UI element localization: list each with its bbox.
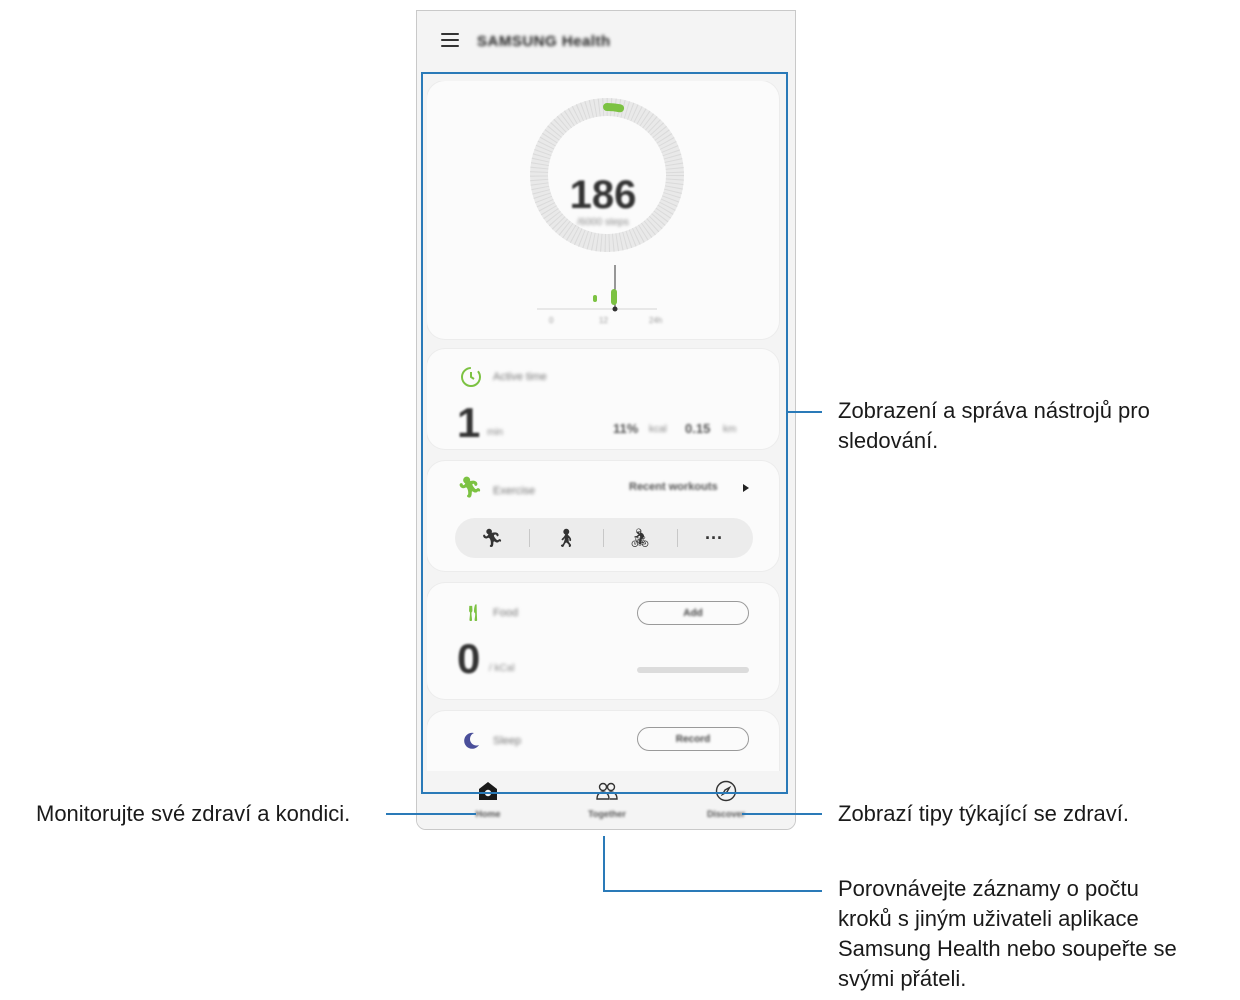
- nav-together-label: Together: [588, 809, 626, 819]
- active-minutes-unit: min: [487, 427, 504, 438]
- chart-label-start: 0: [549, 316, 554, 325]
- active-time-icon: [461, 367, 481, 387]
- quick-more-button[interactable]: ···: [677, 518, 751, 558]
- food-unit: / kCal: [489, 663, 515, 674]
- app-title: SAMSUNG Health: [477, 33, 611, 50]
- cycling-icon: 🚴︎: [628, 527, 652, 548]
- callout-line-trackers: [788, 411, 822, 413]
- more-icon: ···: [705, 527, 723, 548]
- walking-icon: 🚶︎: [554, 527, 578, 548]
- recent-workouts-link[interactable]: Recent workouts: [629, 481, 718, 493]
- exercise-quick-start: 🏃︎ 🚶︎ 🚴︎ ···: [455, 518, 753, 558]
- home-icon: [479, 782, 497, 800]
- sleep-title: Sleep: [493, 735, 522, 747]
- exercise-title: Exercise: [493, 485, 536, 497]
- callout-home: Monitorujte své zdraví a kondici.: [36, 801, 351, 826]
- quick-walking-button[interactable]: 🚶︎: [529, 518, 603, 558]
- nav-together[interactable]: Together: [552, 771, 662, 829]
- food-title: Food: [493, 607, 519, 619]
- food-value: 0: [457, 635, 481, 682]
- chart-label-mid: 12: [599, 316, 608, 325]
- menu-icon[interactable]: [441, 33, 459, 47]
- compass-icon: [715, 780, 737, 802]
- running-icon: 🏃︎: [457, 477, 483, 499]
- tracker-list[interactable]: 186 /6000 steps 0 12 24h Active time 1 m…: [427, 81, 787, 821]
- active-time-card[interactable]: Active time 1 min 11% kcal 0.15 km: [427, 349, 779, 449]
- fork-knife-icon: 🍴︎: [463, 605, 484, 622]
- people-icon: [596, 782, 618, 800]
- kcal-unit: kcal: [649, 424, 667, 435]
- callout-together-line: svými přáteli.: [838, 966, 967, 991]
- exercise-card[interactable]: 🏃︎ Exercise Recent workouts 🏃︎ 🚶︎ 🚴︎ ···: [427, 461, 779, 571]
- food-card[interactable]: 🍴︎ Food Add 0 / kCal: [427, 583, 779, 699]
- callout-together-line: Samsung Health nebo soupeřte se: [838, 936, 1177, 961]
- phone-screen: SAMSUNG Health 186 /6000 steps 0 12 24h: [416, 10, 796, 830]
- food-progress: [637, 667, 749, 673]
- callout-line-home: [386, 813, 476, 815]
- app-header: SAMSUNG Health: [417, 11, 795, 75]
- steps-goal: /6000 steps: [577, 217, 629, 228]
- callout-discover: Zobrazí tipy týkající se zdraví.: [838, 801, 1129, 826]
- callout-line-discover: [742, 813, 822, 815]
- callout-trackers: Zobrazení a správa nástrojů pro sledován…: [838, 396, 1150, 456]
- record-sleep-button[interactable]: Record: [637, 727, 749, 751]
- quick-running-button[interactable]: 🏃︎: [455, 518, 529, 558]
- chart-label-end: 24h: [649, 316, 663, 325]
- chevron-right-icon: [743, 484, 749, 492]
- nav-home[interactable]: Home: [433, 771, 543, 829]
- callout-line-together-vertical: [603, 836, 605, 892]
- nav-discover[interactable]: Discover: [671, 771, 781, 829]
- callout-together-line: Porovnávejte záznamy o počtu: [838, 876, 1139, 901]
- kcal-value: 11%: [613, 421, 639, 436]
- distance-unit: km: [723, 424, 737, 435]
- add-food-button[interactable]: Add: [637, 601, 749, 625]
- active-time-title: Active time: [493, 371, 547, 383]
- add-food-label: Add: [683, 607, 703, 619]
- active-minutes-value: 1: [457, 399, 481, 446]
- quick-cycling-button[interactable]: 🚴︎: [603, 518, 677, 558]
- distance-value: 0.15: [685, 421, 711, 436]
- running-icon: 🏃︎: [480, 527, 504, 548]
- moon-icon: [464, 732, 479, 749]
- callout-trackers-line: sledování.: [838, 428, 939, 453]
- steps-value: 186: [569, 173, 637, 217]
- callout-trackers-line: Zobrazení a správa nástrojů pro: [838, 398, 1150, 423]
- steps-card[interactable]: 186 /6000 steps 0 12 24h: [427, 81, 779, 339]
- callout-together-line: kroků s jiným uživateli aplikace: [838, 906, 1139, 931]
- record-sleep-label: Record: [675, 733, 711, 745]
- callout-line-together-horizontal: [603, 890, 822, 892]
- bottom-navigation: Home Together Discover: [417, 771, 795, 829]
- callout-together: Porovnávejte záznamy o počtu kroků s jin…: [838, 874, 1177, 994]
